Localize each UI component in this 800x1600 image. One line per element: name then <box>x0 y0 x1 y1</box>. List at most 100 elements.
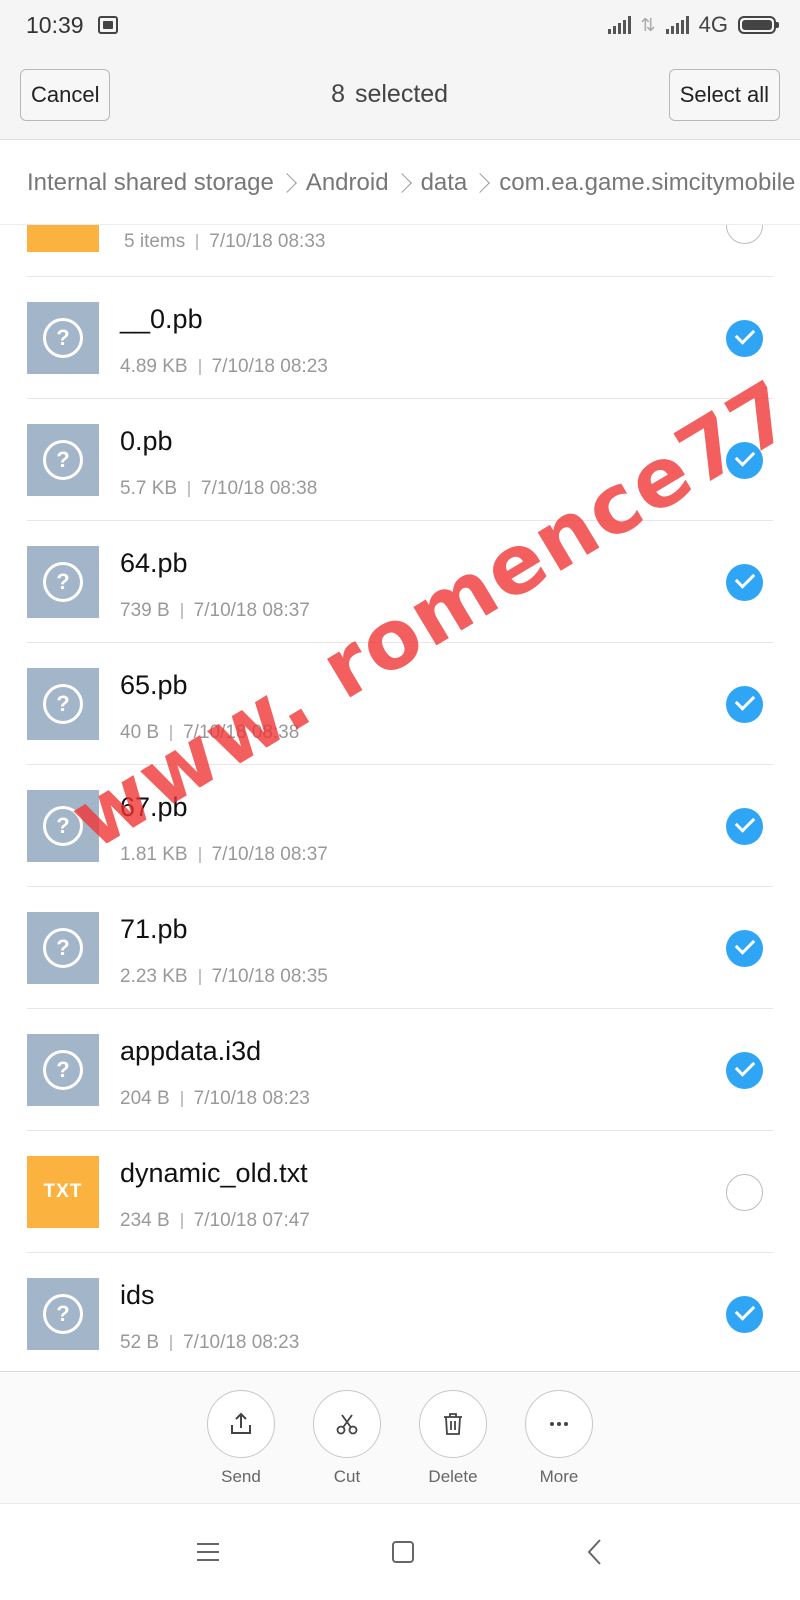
cut-label: Cut <box>333 1467 361 1486</box>
list-item[interactable]: 5 items 7/10/18 08:33 <box>27 225 773 277</box>
file-size: 5.7 KB <box>120 478 178 499</box>
chevron-right-icon <box>470 172 491 193</box>
file-meta: 739 B 7/10/18 08:37 <box>120 600 310 622</box>
file-name: __0.pb <box>120 304 203 334</box>
trash-icon <box>444 1413 462 1435</box>
file-list: 5 items 7/10/18 08:33 ? __0.pb 4.89 KB 7… <box>0 225 800 1371</box>
checked-checkbox-icon[interactable] <box>726 1296 763 1333</box>
list-item[interactable]: ? 64.pb 739 B 7/10/18 08:37 <box>27 521 773 643</box>
unknown-file-icon: ? <box>27 424 99 496</box>
breadcrumb: Internal shared storage Android data com… <box>0 141 800 225</box>
unknown-file-icon: ? <box>27 302 99 374</box>
file-size: 1.81 KB <box>120 844 188 865</box>
file-date: 7/10/18 08:33 <box>209 231 326 252</box>
checked-checkbox-icon[interactable] <box>726 320 763 357</box>
more-label: More <box>539 1467 579 1486</box>
file-name: 64.pb <box>120 548 188 578</box>
breadcrumb-item-data[interactable]: data <box>421 169 468 197</box>
file-name: 65.pb <box>120 670 188 700</box>
unknown-file-icon: ? <box>27 790 99 862</box>
file-meta: 204 B 7/10/18 08:23 <box>120 1088 310 1110</box>
breadcrumb-item-internal-storage[interactable]: Internal shared storage <box>27 169 274 197</box>
scissors-icon <box>336 1414 358 1435</box>
status-time: 10:39 <box>26 11 84 38</box>
selection-count-title: 8 selected <box>331 80 449 108</box>
select-all-button[interactable]: Select all <box>668 68 780 121</box>
back-icon[interactable] <box>585 1538 605 1566</box>
list-item[interactable]: ? ids 52 B 7/10/18 08:23 <box>27 1253 773 1371</box>
status-bar: 10:39 ⇅ 4G <box>0 0 800 50</box>
send-label: Send <box>221 1467 261 1486</box>
list-item[interactable]: ? __0.pb 4.89 KB 7/10/18 08:23 <box>27 277 773 399</box>
file-date: 7/10/18 08:38 <box>183 722 300 743</box>
file-name: 67.pb <box>120 792 188 822</box>
list-item[interactable]: ? 71.pb 2.23 KB 7/10/18 08:35 <box>27 887 773 1009</box>
file-meta: 234 B 7/10/18 07:47 <box>120 1210 310 1232</box>
file-date: 7/10/18 08:38 <box>201 478 318 499</box>
checked-checkbox-icon[interactable] <box>726 442 763 479</box>
file-name: 71.pb <box>120 914 188 944</box>
file-meta: 5.7 KB 7/10/18 08:38 <box>120 478 317 500</box>
file-date: 7/10/18 08:37 <box>211 844 328 865</box>
file-meta: 4.89 KB 7/10/18 08:23 <box>120 356 328 378</box>
selection-checkbox[interactable] <box>726 225 763 244</box>
file-meta: 5 items 7/10/18 08:33 <box>124 231 325 253</box>
more-icon <box>550 1422 568 1426</box>
file-size: 4.89 KB <box>120 356 188 377</box>
breadcrumb-item-current-folder[interactable]: com.ea.game.simcitymobile <box>499 169 795 197</box>
checked-checkbox-icon[interactable] <box>726 686 763 723</box>
file-date: 7/10/18 08:23 <box>211 356 328 377</box>
action-bar: Send Cut Delete More <box>0 1371 800 1503</box>
checked-checkbox-icon[interactable] <box>726 1052 763 1089</box>
checked-checkbox-icon[interactable] <box>726 564 763 601</box>
unknown-file-icon: ? <box>27 1034 99 1106</box>
delete-button[interactable]: Delete <box>418 1390 488 1503</box>
share-icon <box>231 1412 251 1434</box>
unknown-file-icon: ? <box>27 1278 99 1350</box>
more-button[interactable]: More <box>524 1390 594 1503</box>
folder-item-count: 5 items <box>124 231 186 252</box>
home-icon[interactable] <box>390 1539 416 1565</box>
cancel-button[interactable]: Cancel <box>20 68 111 121</box>
send-button[interactable]: Send <box>206 1390 276 1503</box>
cut-button[interactable]: Cut <box>312 1390 382 1503</box>
list-item[interactable]: ? 0.pb 5.7 KB 7/10/18 08:38 <box>27 399 773 521</box>
menu-icon[interactable] <box>195 1541 221 1563</box>
file-date: 7/10/18 08:37 <box>193 600 310 621</box>
file-size: 40 B <box>120 722 160 743</box>
data-arrows-icon: ⇅ <box>640 14 656 36</box>
txt-file-icon: TXT <box>27 1156 99 1228</box>
unknown-file-icon: ? <box>27 546 99 618</box>
file-meta: 52 B 7/10/18 08:23 <box>120 1332 299 1354</box>
system-nav-bar <box>0 1503 800 1600</box>
selection-toolbar: Cancel 8 selected Select all <box>0 50 800 140</box>
breadcrumb-item-android[interactable]: Android <box>306 169 389 197</box>
list-item[interactable]: ? 67.pb 1.81 KB 7/10/18 08:37 <box>27 765 773 887</box>
file-meta: 2.23 KB 7/10/18 08:35 <box>120 966 328 988</box>
file-size: 204 B <box>120 1088 170 1109</box>
file-date: 7/10/18 07:47 <box>193 1210 310 1231</box>
folder-icon <box>27 225 99 252</box>
file-date: 7/10/18 08:23 <box>183 1332 300 1353</box>
status-indicators: ⇅ 4G <box>607 12 779 38</box>
checked-checkbox-icon[interactable] <box>726 930 763 967</box>
chevron-right-icon <box>391 172 412 193</box>
list-item[interactable]: ? appdata.i3d 204 B 7/10/18 08:23 <box>27 1009 773 1131</box>
list-item[interactable]: TXT dynamic_old.txt 234 B 7/10/18 07:47 <box>27 1131 773 1253</box>
chevron-right-icon <box>276 172 297 193</box>
battery-icon <box>738 16 779 34</box>
bbm-notification-icon <box>97 16 118 34</box>
unknown-file-icon: ? <box>27 668 99 740</box>
list-item[interactable]: ? 65.pb 40 B 7/10/18 08:38 <box>27 643 773 765</box>
file-name: dynamic_old.txt <box>120 1158 308 1188</box>
file-name: ids <box>120 1280 155 1310</box>
selection-checkbox[interactable] <box>726 1174 763 1211</box>
unknown-file-icon: ? <box>27 912 99 984</box>
checked-checkbox-icon[interactable] <box>726 808 763 845</box>
file-size: 739 B <box>120 600 170 621</box>
delete-label: Delete <box>428 1467 478 1486</box>
file-meta: 40 B 7/10/18 08:38 <box>120 722 299 744</box>
file-size: 52 B <box>120 1332 160 1353</box>
file-name: 0.pb <box>120 426 173 456</box>
signal-icon <box>607 16 631 34</box>
